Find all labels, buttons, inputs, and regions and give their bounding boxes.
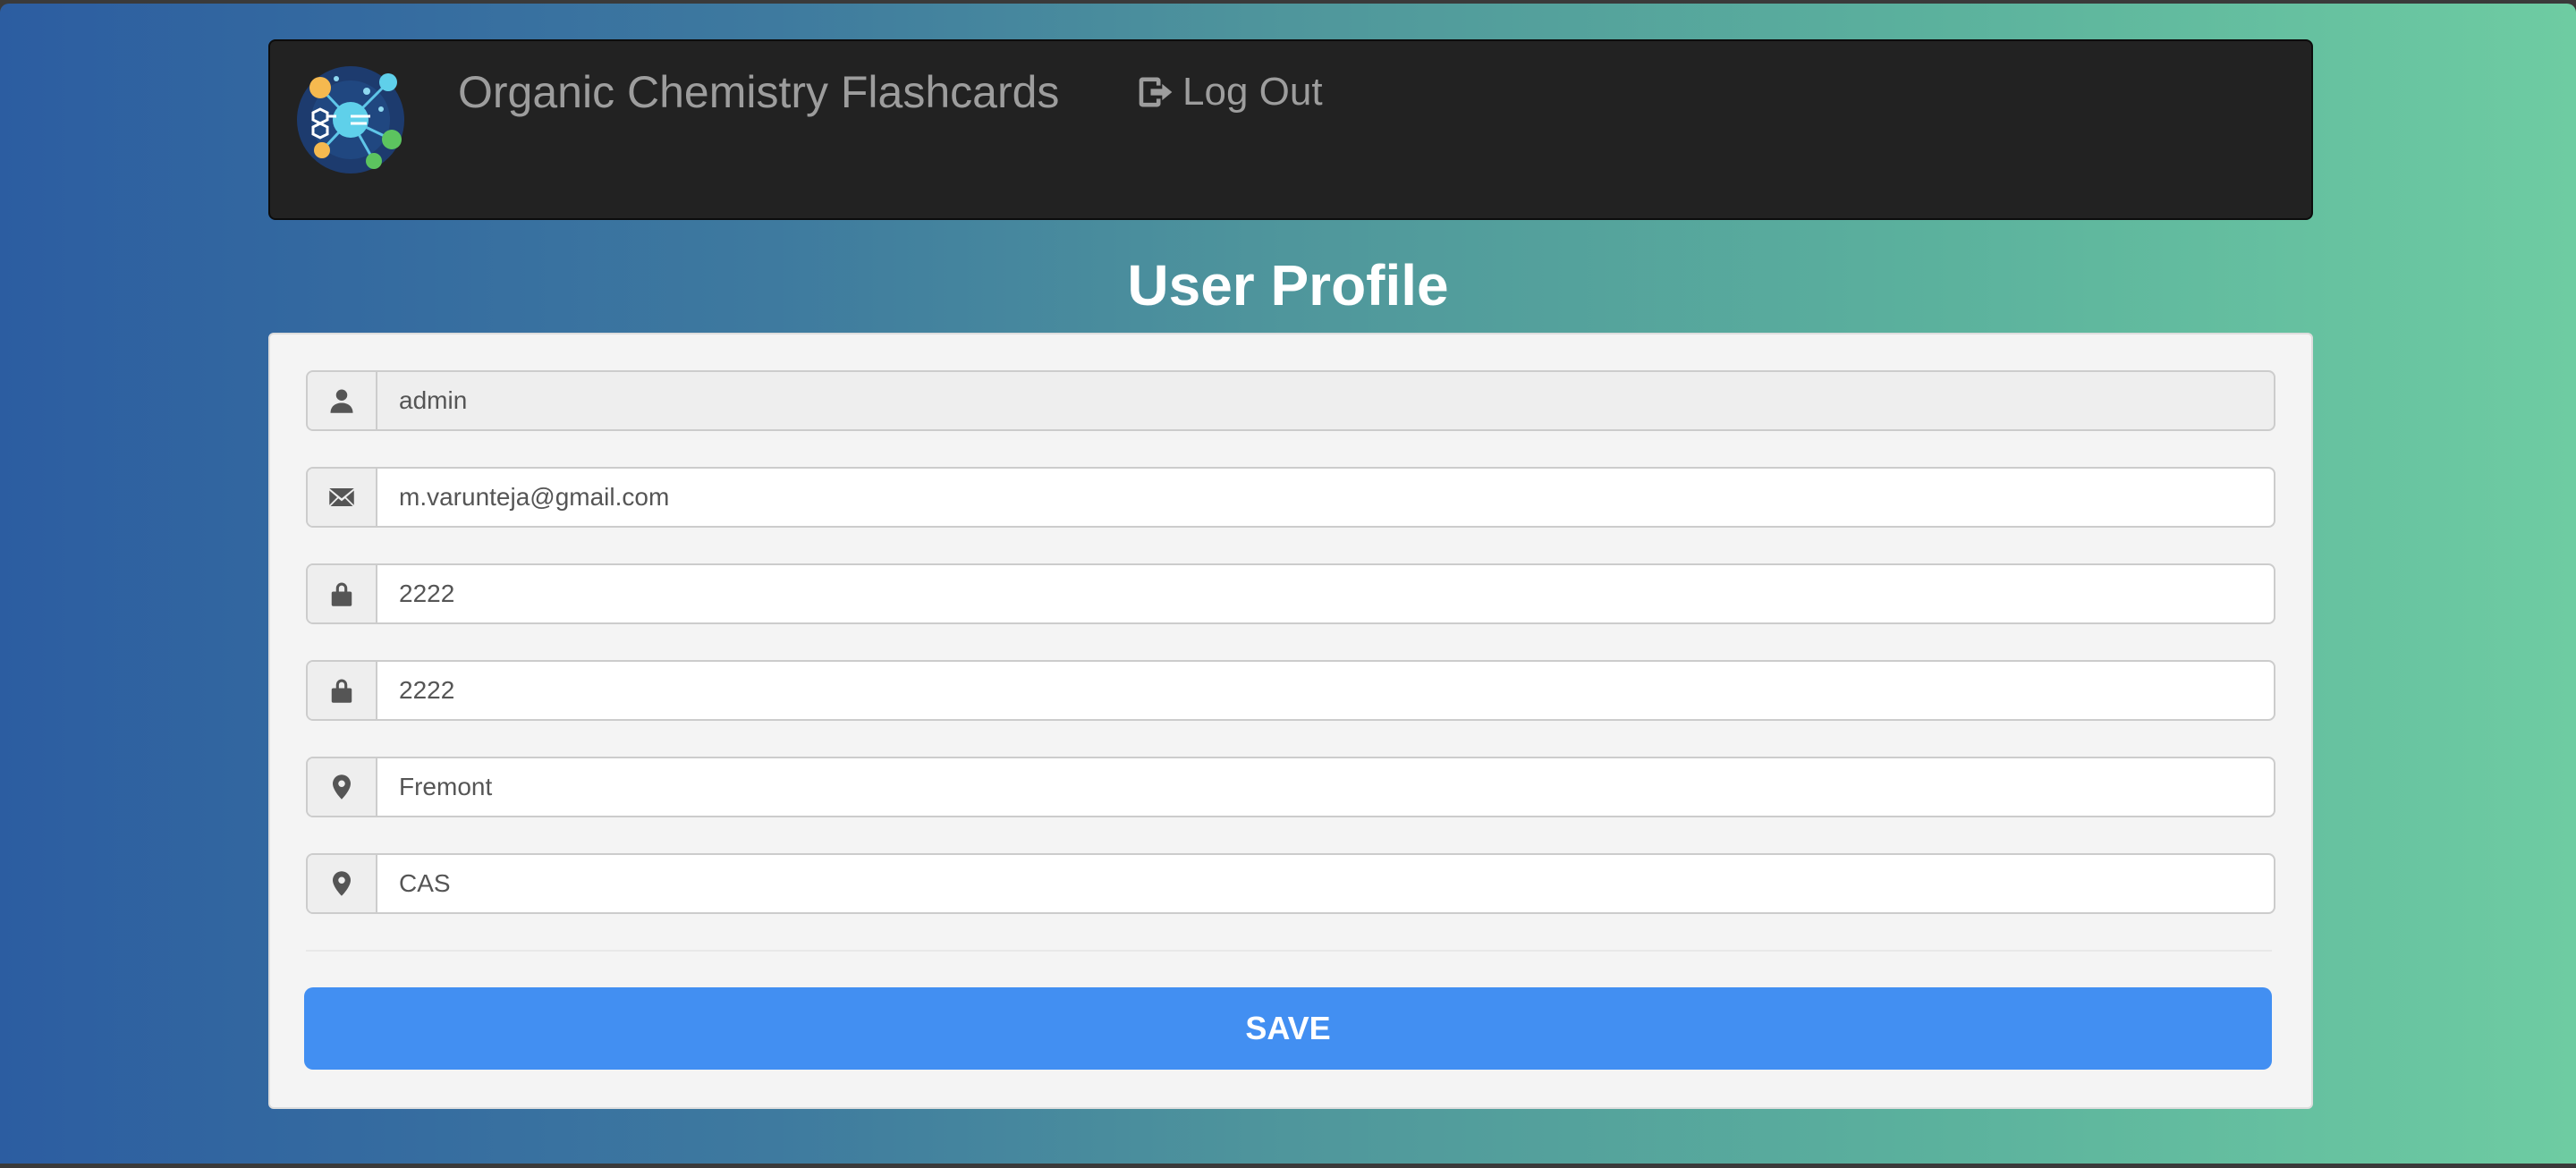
form-divider [306, 950, 2272, 952]
map-marker-icon [308, 855, 377, 912]
email-input[interactable] [377, 469, 2274, 526]
user-icon [308, 372, 377, 429]
brand-title[interactable]: Organic Chemistry Flashcards [458, 66, 1059, 118]
username-group [306, 370, 2275, 431]
confirm-password-group [306, 660, 2275, 721]
username-input[interactable] [377, 372, 2274, 429]
city-group [306, 757, 2275, 817]
page-background: Organic Chemistry Flashcards Log Out Use… [0, 4, 2576, 1164]
password-input[interactable] [377, 565, 2274, 622]
confirm-password-input[interactable] [377, 662, 2274, 719]
school-input[interactable] [377, 855, 2274, 912]
profile-form-panel: SAVE [268, 333, 2313, 1109]
logout-link[interactable]: Log Out [1136, 70, 1323, 114]
lock-icon [308, 662, 377, 719]
navbar: Organic Chemistry Flashcards Log Out [268, 39, 2313, 220]
lock-icon [308, 565, 377, 622]
logout-label: Log Out [1182, 70, 1323, 114]
page-title: User Profile [1127, 253, 1449, 317]
logout-icon [1139, 77, 1173, 107]
city-input[interactable] [377, 758, 2274, 816]
map-marker-icon [308, 758, 377, 816]
school-group [306, 853, 2275, 914]
save-button[interactable]: SAVE [304, 987, 2272, 1070]
envelope-icon [308, 469, 377, 526]
molecule-logo-icon[interactable] [295, 64, 406, 175]
password-group [306, 563, 2275, 624]
email-group [306, 467, 2275, 528]
